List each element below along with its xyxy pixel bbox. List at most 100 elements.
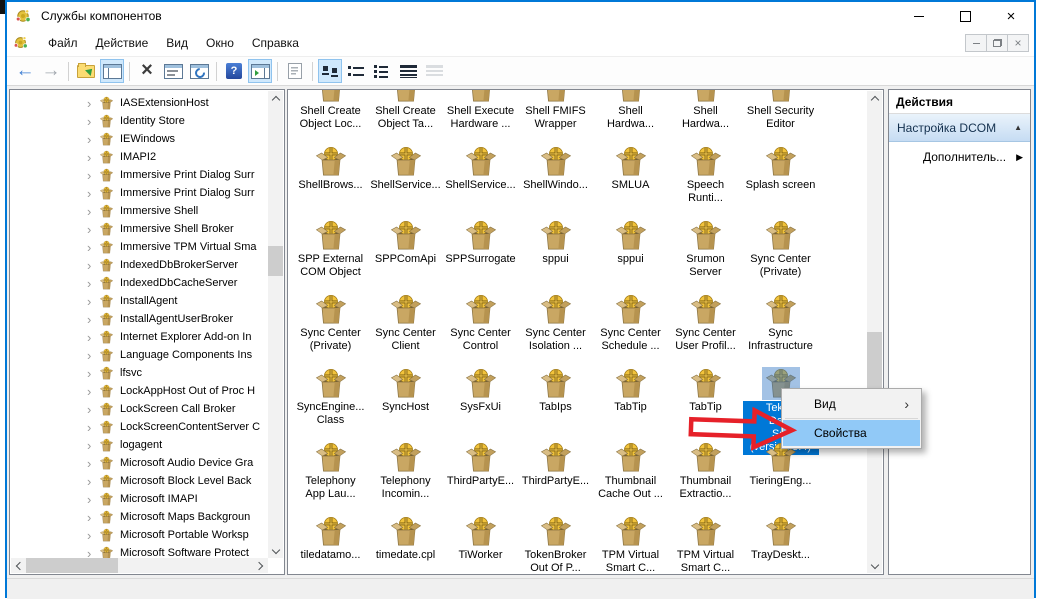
maximize-button[interactable] (942, 2, 988, 30)
dcom-app-item[interactable]: TiWorker (443, 515, 518, 575)
export-list-button[interactable] (283, 59, 307, 83)
tree-item[interactable]: › InstallAgentUserBroker (11, 310, 268, 328)
expand-chevron-icon[interactable]: › (87, 547, 99, 559)
menu-item-view[interactable]: Вид (157, 33, 197, 53)
dcom-app-item[interactable]: ThirdPartyE... (443, 441, 518, 515)
dcom-app-item[interactable]: SyncInfrastructure (743, 293, 818, 367)
dcom-app-item[interactable]: ShellBrows... (293, 145, 368, 219)
minimize-button[interactable] (896, 2, 942, 30)
scroll-up-button[interactable] (268, 91, 283, 106)
tree-item[interactable]: › Immersive Shell Broker (11, 220, 268, 238)
dcom-app-item[interactable]: Sync CenterClient (368, 293, 443, 367)
scroll-thumb[interactable] (26, 558, 118, 573)
child-minimize-button[interactable] (965, 34, 987, 52)
dcom-app-item[interactable]: TokenBrokerOut Of P... (518, 515, 593, 575)
dcom-app-item[interactable]: ShellWindo... (518, 145, 593, 219)
tree-item[interactable]: › LockScreenContentServer C (11, 418, 268, 436)
dcom-app-item[interactable]: Shell ExecuteHardware ... (443, 89, 518, 145)
dcom-app-item[interactable]: ThirdPartyE... (518, 441, 593, 515)
dcom-app-item[interactable]: TPM VirtualSmart C... (593, 515, 668, 575)
expand-chevron-icon[interactable]: › (87, 115, 99, 128)
dcom-app-item[interactable]: Shell CreateObject Ta... (368, 89, 443, 145)
scroll-right-button[interactable] (253, 558, 268, 573)
dcom-app-item[interactable]: TabTip (593, 367, 668, 441)
dcom-app-item[interactable]: tiledatamo... (293, 515, 368, 575)
dcom-app-item[interactable]: SPPComApi (368, 219, 443, 293)
view-small-icons-button[interactable] (344, 59, 368, 83)
tree-item[interactable]: › lfsvc (11, 364, 268, 382)
dcom-app-item[interactable]: Shell SecurityEditor (743, 89, 818, 145)
dcom-app-item[interactable]: Sync CenterIsolation ... (518, 293, 593, 367)
scroll-down-button[interactable] (867, 558, 882, 573)
expand-chevron-icon[interactable]: › (87, 529, 99, 542)
tree-item[interactable]: › InstallAgent (11, 292, 268, 310)
dcom-app-item[interactable]: TabIps (518, 367, 593, 441)
view-details-button[interactable] (396, 59, 420, 83)
tree-item[interactable]: › LockScreen Call Broker (11, 400, 268, 418)
close-button[interactable]: × (988, 2, 1034, 30)
tree-item[interactable]: › Internet Explorer Add-on In (11, 328, 268, 346)
tree-item[interactable]: › Microsoft Software Protect (11, 544, 268, 558)
expand-chevron-icon[interactable]: › (87, 493, 99, 506)
menu-item-file[interactable]: Файл (39, 33, 87, 53)
expand-chevron-icon[interactable]: › (87, 511, 99, 524)
tree-item[interactable]: › IASExtensionHost (11, 94, 268, 112)
collapse-up-triangle-icon[interactable]: ▲ (1014, 123, 1022, 132)
dcom-app-item[interactable]: Sync CenterUser Profil... (668, 293, 743, 367)
dcom-app-item[interactable]: Shell CreateObject Loc... (293, 89, 368, 145)
dcom-app-item[interactable]: TrayDeskt... (743, 515, 818, 575)
expand-chevron-icon[interactable]: › (87, 385, 99, 398)
scroll-left-button[interactable] (11, 558, 26, 573)
view-large-icons-button[interactable] (318, 59, 342, 83)
expand-chevron-icon[interactable]: › (87, 295, 99, 308)
dcom-app-item[interactable]: SysFxUi (443, 367, 518, 441)
expand-chevron-icon[interactable]: › (87, 475, 99, 488)
tree-item[interactable]: › IndexedDbBrokerServer (11, 256, 268, 274)
expand-chevron-icon[interactable]: › (87, 331, 99, 344)
dcom-app-item[interactable]: Shell FMIFSWrapper (518, 89, 593, 145)
tree-item[interactable]: › Immersive TPM Virtual Sma (11, 238, 268, 256)
tree-item[interactable]: › Language Components Ins (11, 346, 268, 364)
forward-button[interactable] (39, 59, 63, 83)
menu-item-window[interactable]: Окно (197, 33, 243, 53)
dcom-app-item[interactable]: SyncEngine...Class (293, 367, 368, 441)
expand-chevron-icon[interactable]: › (87, 187, 99, 200)
dcom-app-item[interactable]: ShellHardwa... (593, 89, 668, 145)
actions-group-dcom-config[interactable]: Настройка DCOM ▲ (889, 114, 1030, 142)
dcom-app-item[interactable]: SyncHost (368, 367, 443, 441)
tree-horizontal-scrollbar[interactable] (11, 558, 268, 573)
dcom-app-item[interactable]: SMLUA (593, 145, 668, 219)
view-list-button[interactable] (370, 59, 394, 83)
context-menu-item-view[interactable]: Вид› (783, 391, 920, 417)
expand-chevron-icon[interactable]: › (87, 97, 99, 110)
child-close-button[interactable]: × (1007, 34, 1029, 52)
expand-chevron-icon[interactable]: › (87, 223, 99, 236)
dcom-app-item[interactable]: ShellService... (368, 145, 443, 219)
tree-item[interactable]: › IEWindows (11, 130, 268, 148)
expand-chevron-icon[interactable]: › (87, 313, 99, 326)
scroll-thumb[interactable] (268, 246, 283, 276)
dcom-app-item[interactable]: sppui (593, 219, 668, 293)
tree-item[interactable]: › Microsoft Audio Device Gra (11, 454, 268, 472)
expand-chevron-icon[interactable]: › (87, 169, 99, 182)
expand-chevron-icon[interactable]: › (87, 259, 99, 272)
main-vertical-scrollbar[interactable] (867, 91, 882, 573)
tree-item[interactable]: › IndexedDbCacheServer (11, 274, 268, 292)
menu-item-help[interactable]: Справка (243, 33, 308, 53)
tree-item[interactable]: › Microsoft Block Level Back (11, 472, 268, 490)
tree-item[interactable]: › IMAPI2 (11, 148, 268, 166)
dcom-app-item[interactable]: SPPSurrogate (443, 219, 518, 293)
dcom-app-item[interactable]: Sync CenterSchedule ... (593, 293, 668, 367)
expand-chevron-icon[interactable]: › (87, 421, 99, 434)
expand-chevron-icon[interactable]: › (87, 277, 99, 290)
dcom-app-item[interactable]: SPP ExternalCOM Object (293, 219, 368, 293)
dcom-app-item[interactable]: ShellService... (443, 145, 518, 219)
dcom-app-item[interactable]: Splash screen (743, 145, 818, 219)
tree-item[interactable]: › LockAppHost Out of Proc H (11, 382, 268, 400)
dcom-app-item[interactable]: TelephonyApp Lau... (293, 441, 368, 515)
tree-item[interactable]: › Microsoft Maps Backgroun (11, 508, 268, 526)
properties-button[interactable] (161, 59, 185, 83)
dcom-app-item[interactable]: SrumonServer (668, 219, 743, 293)
dcom-app-item[interactable]: Sync Center(Private) (743, 219, 818, 293)
up-one-level-button[interactable] (74, 59, 98, 83)
